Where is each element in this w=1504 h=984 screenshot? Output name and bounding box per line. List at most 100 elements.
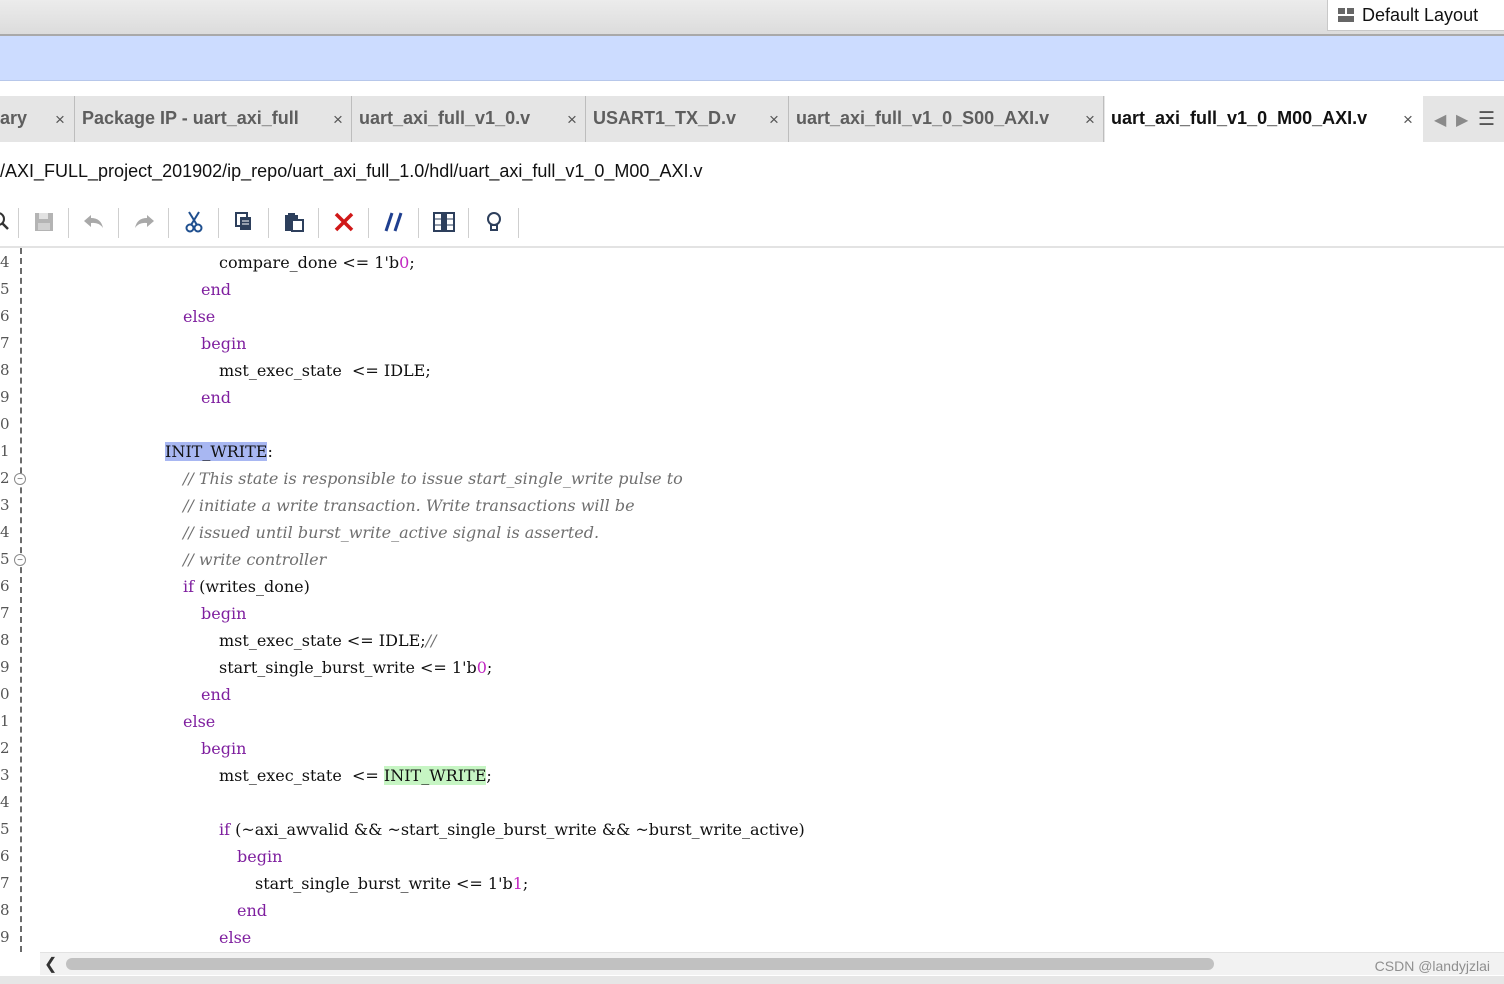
line-number: 0 — [0, 685, 10, 703]
tab-m00-axi[interactable]: uart_axi_full_v1_0_M00_AXI.v × — [1105, 96, 1423, 142]
tab-library[interactable]: ary × — [0, 96, 75, 142]
tab-s00-axi[interactable]: uart_axi_full_v1_0_S00_AXI.v × — [790, 96, 1104, 142]
banner-bar — [0, 36, 1504, 81]
delete-icon[interactable] — [329, 207, 359, 237]
code-line[interactable]: begin — [201, 735, 246, 762]
tab-scroll-right-icon[interactable]: ▶ — [1456, 110, 1468, 130]
tab-package-ip[interactable]: Package IP - uart_axi_full × — [76, 96, 352, 142]
tab-label: Package IP - uart_axi_full — [82, 108, 299, 128]
code-keyword: begin — [201, 739, 247, 758]
tab-label: USART1_TX_D.v — [593, 108, 737, 128]
code-line[interactable]: mst_exec_state <= IDLE;// — [219, 627, 436, 654]
column-select-icon[interactable] — [429, 207, 459, 237]
code-line[interactable]: else — [183, 708, 215, 735]
code-comment: // This state is responsible to issue st… — [183, 469, 683, 488]
code-number: 1 — [512, 874, 523, 893]
code-line[interactable]: begin — [237, 843, 282, 870]
code-token: mst_exec_state <= IDLE; — [219, 361, 431, 380]
tab-close-icon[interactable]: × — [333, 110, 343, 130]
code-line[interactable]: else — [183, 303, 215, 330]
code-line[interactable]: // initiate a write transaction. Write t… — [183, 492, 635, 519]
code-line[interactable]: mst_exec_state <= IDLE; — [219, 357, 431, 384]
code-line[interactable]: // issued until burst_write_active signa… — [183, 519, 599, 546]
code-keyword: begin — [201, 334, 247, 353]
code-line[interactable]: begin — [201, 330, 246, 357]
code-line[interactable]: end — [201, 384, 231, 411]
code-line[interactable]: end — [237, 897, 267, 924]
horizontal-scrollbar[interactable]: ❮ — [40, 952, 1504, 975]
file-path: /AXI_FULL_project_201902/ip_repo/uart_ax… — [0, 161, 703, 181]
save-icon[interactable] — [29, 207, 59, 237]
code-keyword: else — [183, 307, 216, 326]
code-token: ; — [522, 874, 529, 893]
code-token: start_single_burst_write <= 1'b — [255, 874, 513, 893]
code-editor[interactable]: 4 5 6 7 8 9 0 1 2 3 4 5 6 7 8 9 0 1 2 3 4 5 6 7 8 9 − − compare_don… — [0, 248, 1504, 952]
line-number: 2 — [0, 739, 10, 757]
tab-usart1-tx[interactable]: USART1_TX_D.v × — [587, 96, 789, 142]
tab-close-icon[interactable]: × — [1085, 110, 1095, 130]
code-token: mst_exec_state <= — [219, 766, 384, 785]
code-line[interactable]: begin — [201, 600, 246, 627]
editor-toolbar — [0, 200, 1504, 248]
fold-toggle-icon[interactable]: − — [14, 473, 26, 485]
tab-uart-axi-full[interactable]: uart_axi_full_v1_0.v × — [353, 96, 586, 142]
code-match-highlight: INIT_WRITE — [383, 766, 487, 785]
code-keyword: else — [183, 712, 216, 731]
code-line[interactable]: end — [201, 681, 231, 708]
paste-icon[interactable] — [279, 207, 309, 237]
tab-navigation: ◀ ▶ ☰ — [1428, 96, 1504, 142]
code-number: 0 — [476, 658, 487, 677]
redo-icon[interactable] — [129, 207, 159, 237]
code-line[interactable]: start_single_burst_write <= 1'b0; — [219, 654, 492, 681]
cut-icon[interactable] — [179, 207, 209, 237]
code-line[interactable]: mst_exec_state <= INIT_WRITE; — [219, 762, 492, 789]
code-keyword: end — [201, 280, 232, 299]
code-keyword: end — [237, 901, 268, 920]
line-number: 6 — [0, 307, 10, 325]
line-number: 4 — [0, 523, 10, 541]
line-number: 3 — [0, 766, 10, 784]
search-icon[interactable] — [0, 207, 16, 237]
code-line[interactable]: compare_done <= 1'b0; — [219, 249, 415, 276]
scrollbar-thumb[interactable] — [66, 958, 1214, 970]
line-number: 8 — [0, 361, 10, 379]
layout-selector[interactable]: Default Layout — [1327, 0, 1504, 31]
code-selection: INIT_WRITE — [165, 442, 268, 461]
undo-icon[interactable] — [79, 207, 109, 237]
code-line[interactable]: if (writes_done) — [183, 573, 310, 600]
line-number: 5 — [0, 280, 10, 298]
code-line[interactable]: end — [201, 276, 231, 303]
line-number: 6 — [0, 847, 10, 865]
tab-list-menu-icon[interactable]: ☰ — [1478, 108, 1495, 131]
tab-close-icon[interactable]: × — [769, 110, 779, 130]
code-line[interactable]: INIT_WRITE: — [165, 438, 273, 465]
file-path-bar: /AXI_FULL_project_201902/ip_repo/uart_ax… — [0, 142, 1504, 200]
code-line[interactable]: else — [219, 924, 251, 951]
code-line[interactable]: if (~axi_awvalid && ~start_single_burst_… — [219, 816, 805, 843]
watermark: CSDN @landyjzlai — [1374, 958, 1490, 974]
scroll-left-icon[interactable]: ❮ — [44, 954, 57, 974]
code-line[interactable]: start_single_burst_write <= 1'b1; — [255, 870, 528, 897]
code-token: start_single_burst_write <= 1'b — [219, 658, 477, 677]
tab-scroll-left-icon[interactable]: ◀ — [1434, 110, 1446, 130]
code-token: : — [267, 442, 273, 461]
copy-icon[interactable] — [229, 207, 259, 237]
code-keyword: begin — [201, 604, 247, 623]
code-keyword: if — [183, 577, 195, 596]
line-number: 2 — [0, 469, 10, 487]
code-keyword: if — [219, 820, 231, 839]
tab-close-icon[interactable]: × — [55, 110, 65, 130]
code-line[interactable]: // This state is responsible to issue st… — [183, 465, 683, 492]
code-line[interactable]: // write controller — [183, 546, 326, 573]
line-number: 0 — [0, 415, 10, 433]
tab-label: uart_axi_full_v1_0_S00_AXI.v — [796, 108, 1050, 128]
tab-close-icon[interactable]: × — [567, 110, 577, 130]
code-token: (~axi_awvalid && ~start_single_burst_wri… — [230, 820, 805, 839]
quick-help-icon[interactable] — [479, 207, 509, 237]
tab-close-icon[interactable]: × — [1403, 110, 1413, 130]
line-number: 7 — [0, 334, 10, 352]
line-number: 5 — [0, 820, 10, 838]
line-number: 9 — [0, 658, 10, 676]
comment-icon[interactable] — [379, 207, 409, 237]
fold-toggle-icon[interactable]: − — [14, 554, 26, 566]
